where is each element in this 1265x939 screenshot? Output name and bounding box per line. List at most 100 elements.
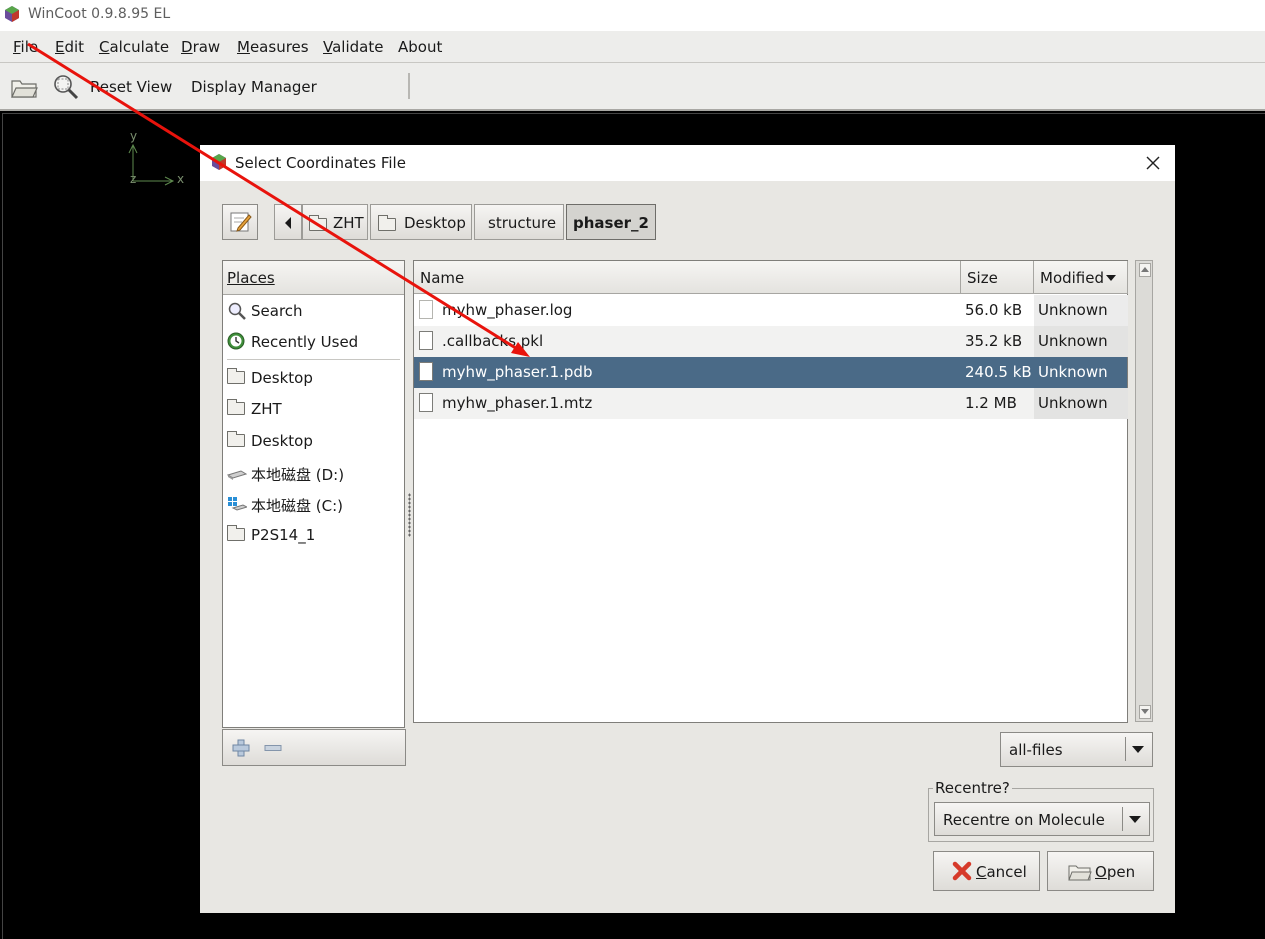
- file-icon: [419, 362, 433, 381]
- remove-icon[interactable]: [264, 745, 282, 751]
- menu-calculate-label: alculate: [109, 38, 170, 56]
- places-item-label: Recently Used: [251, 333, 359, 351]
- path-label: structure: [488, 214, 557, 232]
- file-modified: Unknown: [1038, 332, 1108, 350]
- close-icon[interactable]: [1146, 156, 1160, 170]
- file-modified: Unknown: [1038, 394, 1108, 412]
- open-button[interactable]: Open: [1047, 851, 1154, 891]
- recentre-value: Recentre on Molecule: [943, 811, 1105, 829]
- scroll-down-button[interactable]: [1139, 705, 1151, 719]
- axis-label-y: y: [130, 129, 138, 143]
- file-row-selected[interactable]: myhw_phaser.1.pdb 240.5 kB Unknown: [414, 357, 1127, 388]
- file-name: myhw_phaser.log: [442, 301, 573, 319]
- menu-measures[interactable]: Measures: [237, 38, 309, 56]
- path-scroll-left-button[interactable]: [274, 204, 302, 240]
- pane-splitter-handle[interactable]: [408, 493, 411, 537]
- recentre-label: Recentre?: [933, 779, 1012, 797]
- column-header-modified[interactable]: Modified: [1034, 261, 1128, 294]
- places-item-drive-d[interactable]: 本地磁盘 (D:): [227, 462, 402, 486]
- places-item-recently-used[interactable]: Recently Used: [227, 331, 402, 355]
- column-header-label: Name: [420, 269, 465, 287]
- cancel-label-rest: ancel: [986, 863, 1027, 881]
- folder-open-icon: [11, 80, 38, 98]
- search-icon: [228, 302, 246, 320]
- places-item-zht[interactable]: ZHT: [227, 398, 402, 422]
- recent-icon: [227, 332, 245, 350]
- file-filter-value: all-files: [1009, 741, 1063, 759]
- dialog-titlebar: Select Coordinates File: [200, 145, 1175, 181]
- chevron-down-icon: [1132, 746, 1144, 753]
- places-header-label: Places: [227, 269, 275, 287]
- edit-pencil-icon: [230, 212, 252, 232]
- places-item-desktop[interactable]: Desktop: [227, 367, 402, 391]
- folder-icon: [378, 215, 396, 231]
- text-file-icon: [419, 300, 433, 319]
- menu-draw[interactable]: Draw: [181, 38, 220, 56]
- recentre-combo[interactable]: Recentre on Molecule: [934, 802, 1150, 836]
- open-label-rest: pen: [1106, 863, 1136, 881]
- cancel-x-icon: [952, 861, 972, 881]
- file-filter-combo[interactable]: all-files: [1000, 732, 1153, 767]
- places-item-label: 本地磁盘 (C:): [251, 497, 343, 515]
- column-header-label: Modified: [1040, 269, 1105, 287]
- menu-file[interactable]: File: [13, 38, 38, 56]
- column-header-size[interactable]: Size: [961, 261, 1034, 294]
- file-size: 56.0 kB: [965, 301, 1023, 319]
- sort-descending-icon: [1106, 275, 1116, 281]
- path-button-desktop[interactable]: Desktop: [370, 204, 472, 240]
- combo-separator: [1122, 807, 1123, 831]
- column-header-name[interactable]: Name: [414, 261, 961, 294]
- cancel-button[interactable]: Cancel: [933, 851, 1040, 891]
- places-item-p2s14-1[interactable]: P2S14_1: [227, 524, 402, 548]
- select-coordinates-dialog: Select Coordinates File ZHT Desktop stru…: [200, 145, 1175, 913]
- file-list-scrollbar[interactable]: [1135, 260, 1153, 722]
- drive-icon: [227, 470, 247, 480]
- places-item-label: Search: [251, 302, 303, 320]
- open-label: Open: [1095, 863, 1135, 881]
- places-item-drive-c[interactable]: 本地磁盘 (C:): [227, 493, 402, 517]
- display-manager-button[interactable]: Display Manager: [191, 78, 317, 96]
- type-location-button[interactable]: [222, 204, 258, 240]
- path-button-zht[interactable]: ZHT: [302, 204, 368, 240]
- file-row[interactable]: .callbacks.pkl 35.2 kB Unknown: [414, 326, 1128, 357]
- folder-icon: [309, 215, 327, 231]
- file-icon: [419, 331, 433, 350]
- places-item-desktop-2[interactable]: Desktop: [227, 430, 402, 454]
- file-list: Name Size Modified myhw_phaser.log 56.0 …: [413, 260, 1128, 723]
- folder-icon: [227, 525, 245, 541]
- menu-calculate-mnemonic: C: [99, 38, 110, 56]
- file-name: myhw_phaser.1.mtz: [442, 394, 593, 412]
- menu-about[interactable]: About: [398, 38, 442, 56]
- magnifier-icon: [54, 75, 79, 100]
- places-item-label: 本地磁盘 (D:): [251, 466, 345, 484]
- menu-file-mnemonic: F: [13, 38, 21, 56]
- zoom-button[interactable]: [52, 73, 80, 101]
- menu-validate-label: alidate: [332, 38, 384, 56]
- menu-edit[interactable]: Edit: [55, 38, 84, 56]
- menu-calculate[interactable]: Calculate: [99, 38, 169, 56]
- reset-view-button[interactable]: Reset View: [90, 78, 172, 96]
- chevron-up-icon: [1141, 267, 1149, 272]
- menu-edit-label: dit: [64, 38, 85, 56]
- path-button-structure[interactable]: structure: [474, 204, 564, 240]
- axis-label-x: x: [177, 172, 185, 186]
- axis-label-z: z: [130, 172, 137, 186]
- scroll-up-button[interactable]: [1139, 263, 1151, 277]
- add-icon[interactable]: [232, 739, 250, 757]
- places-separator: [227, 359, 400, 360]
- coot-app-icon: [212, 154, 226, 170]
- menu-measures-label: easures: [249, 38, 309, 56]
- file-size: 240.5 kB: [965, 363, 1032, 381]
- file-row[interactable]: myhw_phaser.1.mtz 1.2 MB Unknown: [414, 388, 1128, 419]
- open-folder-button[interactable]: [10, 75, 38, 101]
- places-item-search[interactable]: Search: [227, 300, 402, 324]
- path-button-phaser-2[interactable]: phaser_2: [566, 204, 656, 240]
- file-modified: Unknown: [1038, 363, 1108, 381]
- cancel-mnemonic: C: [976, 863, 987, 881]
- places-header[interactable]: Places: [223, 261, 404, 295]
- file-row[interactable]: myhw_phaser.log 56.0 kB Unknown: [414, 295, 1128, 326]
- menu-validate[interactable]: Validate: [323, 38, 383, 56]
- file-name: myhw_phaser.1.pdb: [442, 363, 593, 381]
- folder-open-icon: [1068, 865, 1092, 881]
- file-name: .callbacks.pkl: [442, 332, 544, 350]
